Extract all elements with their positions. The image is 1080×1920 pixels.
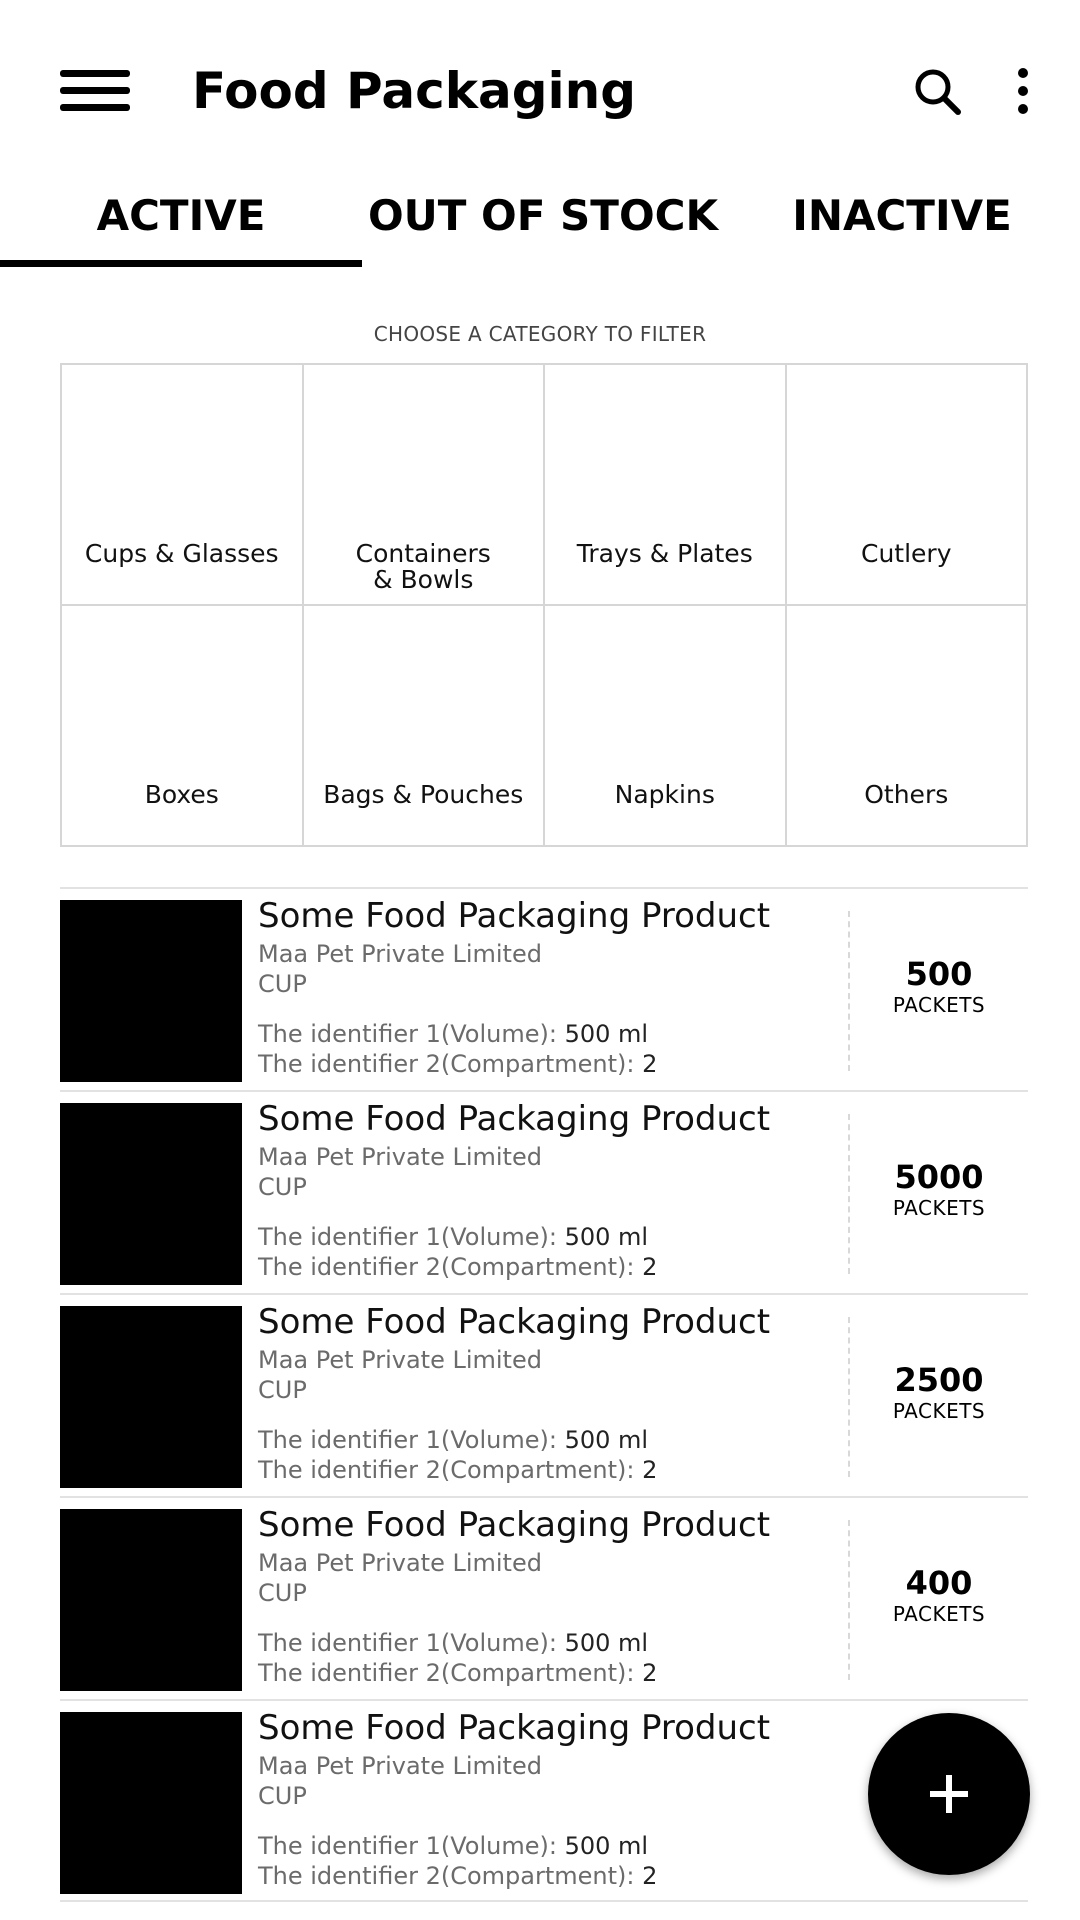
product-company: Maa Pet Private Limited: [258, 1143, 542, 1171]
product-type: CUP: [258, 970, 307, 998]
product-type: CUP: [258, 1579, 307, 1607]
tab-inactive[interactable]: INACTIVE: [724, 180, 1080, 270]
identifier-label: The identifier 1(Volume):: [258, 1426, 557, 1454]
add-product-button[interactable]: [868, 1713, 1030, 1875]
category-label: Bags & Pouches: [323, 780, 524, 809]
product-name: Some Food Packaging Product: [258, 1302, 771, 1342]
product-name: Some Food Packaging Product: [258, 1505, 771, 1545]
category-napkins[interactable]: Napkins: [545, 606, 787, 847]
product-row[interactable]: Some Food Packaging Product Maa Pet Priv…: [60, 887, 1028, 1090]
identifier-label: The identifier 2(Compartment):: [258, 1253, 635, 1281]
identifier-value: 2: [642, 1456, 658, 1484]
product-identifier-2: The identifier 2(Compartment): 2: [258, 1252, 657, 1282]
category-cups-glasses[interactable]: Cups & Glasses: [62, 365, 304, 606]
stock-quantity: 500 PACKETS: [850, 955, 1028, 1017]
product-identifier-1: The identifier 1(Volume): 500 ml: [258, 1628, 648, 1658]
product-identifier-2: The identifier 2(Compartment): 2: [258, 1861, 657, 1891]
product-identifier-1: The identifier 1(Volume): 500 ml: [258, 1425, 648, 1455]
product-identifier-2: The identifier 2(Compartment): 2: [258, 1658, 657, 1688]
product-row[interactable]: Some Food Packaging Product Maa Pet Priv…: [60, 1293, 1028, 1496]
identifier-label: The identifier 2(Compartment):: [258, 1050, 635, 1078]
product-company: Maa Pet Private Limited: [258, 1549, 542, 1577]
filter-caption: CHOOSE A CATEGORY TO FILTER: [373, 322, 707, 346]
identifier-value: 500 ml: [564, 1629, 649, 1657]
product-row[interactable]: Some Food Packaging Product Maa Pet Priv…: [60, 1496, 1028, 1699]
product-type: CUP: [258, 1173, 307, 1201]
identifier-value: 500 ml: [564, 1832, 649, 1860]
product-company: Maa Pet Private Limited: [258, 1752, 542, 1780]
product-type: CUP: [258, 1376, 307, 1404]
product-thumbnail: [60, 1306, 242, 1488]
product-identifier-1: The identifier 1(Volume): 500 ml: [258, 1019, 648, 1049]
product-name: Some Food Packaging Product: [258, 1708, 771, 1748]
quantity-number: 500: [905, 955, 973, 993]
product-identifier-2: The identifier 2(Compartment): 2: [258, 1455, 657, 1485]
stock-quantity: 2500 PACKETS: [850, 1361, 1028, 1423]
category-label: Cups & Glasses: [84, 539, 279, 568]
category-containers-bowls[interactable]: Containers & Bowls: [303, 365, 545, 606]
tab-indicator: [0, 260, 362, 267]
product-thumbnail: [60, 900, 242, 1082]
category-trays-plates[interactable]: Trays & Plates: [545, 365, 787, 606]
identifier-label: The identifier 2(Compartment):: [258, 1659, 635, 1687]
category-cutlery[interactable]: Cutlery: [786, 365, 1028, 606]
identifier-value: 500 ml: [564, 1223, 649, 1251]
product-identifier-1: The identifier 1(Volume): 500 ml: [258, 1222, 648, 1252]
product-identifier-2: The identifier 2(Compartment): 2: [258, 1049, 657, 1079]
category-label: Napkins: [614, 780, 715, 809]
quantity-number: 5000: [894, 1158, 984, 1196]
identifier-value: 2: [642, 1659, 658, 1687]
more-vertical-icon[interactable]: [1002, 62, 1042, 122]
product-name: Some Food Packaging Product: [258, 896, 771, 936]
product-thumbnail: [60, 1103, 242, 1285]
tab-out-of-stock[interactable]: OUT OF STOCK: [362, 180, 724, 270]
quantity-number: 2500: [894, 1361, 984, 1399]
quantity-unit: PACKETS: [892, 1399, 986, 1423]
identifier-value: 2: [642, 1253, 658, 1281]
identifier-value: 500 ml: [564, 1020, 649, 1048]
product-company: Maa Pet Private Limited: [258, 1346, 542, 1374]
category-grid: Cups & Glasses Containers & Bowls Trays …: [60, 363, 1028, 847]
page-title: Food Packaging: [192, 62, 637, 120]
identifier-value: 2: [642, 1050, 658, 1078]
hamburger-menu-icon[interactable]: [56, 66, 132, 116]
category-label: Others: [864, 780, 949, 809]
category-label: Cutlery: [860, 539, 952, 568]
tab-bar: ACTIVE OUT OF STOCK INACTIVE: [0, 180, 1080, 270]
quantity-number: 400: [905, 1564, 973, 1602]
identifier-label: The identifier 2(Compartment):: [258, 1862, 635, 1890]
quantity-unit: PACKETS: [892, 993, 986, 1017]
product-identifier-1: The identifier 1(Volume): 500 ml: [258, 1831, 648, 1861]
product-thumbnail: [60, 1712, 242, 1894]
identifier-label: The identifier 1(Volume):: [258, 1020, 557, 1048]
search-icon[interactable]: [908, 62, 968, 122]
stock-quantity: 400 PACKETS: [850, 1564, 1028, 1626]
identifier-value: 2: [642, 1862, 658, 1890]
identifier-label: The identifier 1(Volume):: [258, 1832, 557, 1860]
category-label: Trays & Plates: [576, 539, 753, 568]
category-boxes[interactable]: Boxes: [62, 606, 304, 847]
tab-active[interactable]: ACTIVE: [0, 180, 362, 270]
product-row[interactable]: Some Food Packaging Product Maa Pet Priv…: [60, 1090, 1028, 1293]
category-label: Boxes: [144, 780, 219, 809]
quantity-unit: PACKETS: [892, 1196, 986, 1220]
quantity-unit: PACKETS: [892, 1602, 986, 1626]
product-type: CUP: [258, 1782, 307, 1810]
identifier-label: The identifier 2(Compartment):: [258, 1456, 635, 1484]
category-bags-pouches[interactable]: Bags & Pouches: [303, 606, 545, 847]
stock-quantity: 5000 PACKETS: [850, 1158, 1028, 1220]
identifier-label: The identifier 1(Volume):: [258, 1629, 557, 1657]
product-thumbnail: [60, 1509, 242, 1691]
identifier-label: The identifier 1(Volume):: [258, 1223, 557, 1251]
category-others[interactable]: Others: [786, 606, 1028, 847]
product-name: Some Food Packaging Product: [258, 1099, 771, 1139]
app-bar: Food Packaging: [0, 0, 1080, 180]
identifier-value: 500 ml: [564, 1426, 649, 1454]
product-company: Maa Pet Private Limited: [258, 940, 542, 968]
category-label: Containers & Bowls: [355, 539, 491, 594]
